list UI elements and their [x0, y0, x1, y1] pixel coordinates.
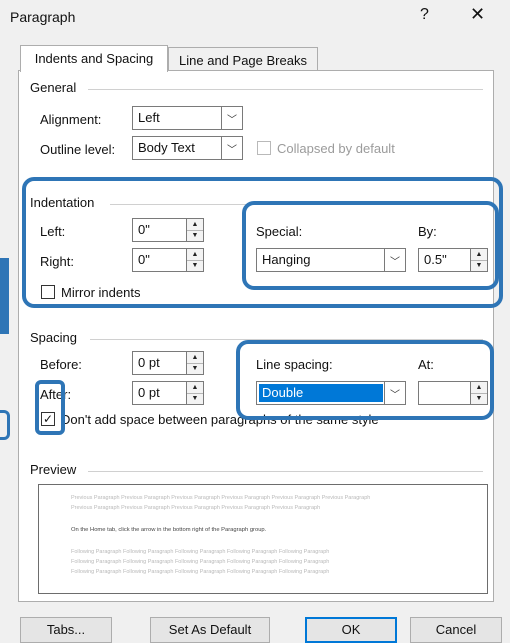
- general-heading: General: [30, 80, 77, 95]
- indent-right-value: 0": [138, 252, 150, 267]
- after-label: After:: [40, 387, 72, 402]
- chevron-down-icon[interactable]: ﹀: [221, 137, 242, 159]
- dialog-title: Paragraph: [10, 9, 76, 25]
- ok-button[interactable]: OK: [305, 617, 397, 643]
- alignment-value: Left: [138, 110, 160, 125]
- indent-left-value: 0": [138, 222, 150, 237]
- preview-previous-line: Previous Paragraph Previous Paragraph Pr…: [71, 495, 371, 501]
- preview-previous-line: Previous Paragraph Previous Paragraph Pr…: [71, 505, 321, 511]
- before-spinner[interactable]: 0 pt ▲ ▼: [132, 351, 204, 375]
- tab-label: Indents and Spacing: [34, 51, 154, 66]
- special-label: Special:: [256, 224, 303, 239]
- line-spacing-dropdown[interactable]: Double ﹀: [256, 381, 406, 405]
- tab-label: Line and Page Breaks: [179, 53, 307, 68]
- spacing-heading: Spacing: [30, 330, 77, 345]
- tab-indents-and-spacing[interactable]: Indents and Spacing: [20, 45, 168, 72]
- dont-add-space-checkbox[interactable]: ✓: [41, 412, 55, 426]
- preview-divider: [88, 471, 483, 472]
- by-label: By:: [418, 224, 437, 239]
- title-bar: Paragraph ? ✕: [0, 0, 510, 38]
- spinner-buttons[interactable]: ▲ ▼: [186, 219, 203, 241]
- side-annotation-fragment: [0, 410, 10, 440]
- mirror-indents-label: Mirror indents: [61, 285, 141, 300]
- tab-line-and-page-breaks[interactable]: Line and Page Breaks: [168, 47, 318, 72]
- indent-right-spinner[interactable]: 0" ▲ ▼: [132, 248, 204, 272]
- at-spinner[interactable]: ▲ ▼: [418, 381, 488, 405]
- at-label: At:: [418, 357, 434, 372]
- general-divider: [88, 89, 483, 90]
- before-value: 0 pt: [138, 355, 160, 370]
- preview-heading: Preview: [30, 462, 77, 477]
- chevron-down-icon[interactable]: ﹀: [384, 249, 405, 271]
- outline-level-dropdown[interactable]: Body Text ﹀: [132, 136, 243, 160]
- help-button[interactable]: ?: [420, 6, 429, 24]
- line-spacing-value: Double: [262, 385, 304, 400]
- spinner-buttons[interactable]: ▲ ▼: [470, 249, 487, 271]
- cancel-button[interactable]: Cancel: [410, 617, 502, 643]
- line-spacing-label: Line spacing:: [256, 357, 333, 372]
- preview-box: Previous Paragraph Previous Paragraph Pr…: [38, 484, 488, 594]
- by-value: 0.5": [424, 252, 447, 267]
- indent-left-spinner[interactable]: 0" ▲ ▼: [132, 218, 204, 242]
- spinner-buttons[interactable]: ▲ ▼: [186, 352, 203, 374]
- spacing-divider: [90, 339, 483, 340]
- preview-current-line: On the Home tab, click the arrow in the …: [71, 527, 267, 533]
- mirror-indents-checkbox[interactable]: [41, 285, 55, 299]
- after-value: 0 pt: [138, 385, 160, 400]
- outline-level-value: Body Text: [138, 140, 195, 155]
- indentation-divider: [110, 204, 483, 205]
- after-spinner[interactable]: 0 pt ▲ ▼: [132, 381, 204, 405]
- spinner-buttons[interactable]: ▲ ▼: [186, 382, 203, 404]
- dont-add-space-label: Don't add space between paragraphs of th…: [61, 412, 379, 427]
- close-button[interactable]: ✕: [470, 4, 485, 25]
- preview-following-line: Following Paragraph Following Paragraph …: [71, 549, 330, 555]
- spinner-buttons[interactable]: ▲ ▼: [470, 382, 487, 404]
- alignment-label: Alignment:: [40, 112, 102, 127]
- by-spinner[interactable]: 0.5" ▲ ▼: [418, 248, 488, 272]
- indent-left-label: Left:: [40, 224, 66, 239]
- collapsed-label: Collapsed by default: [277, 141, 395, 156]
- outline-level-label: Outline level:: [40, 142, 116, 157]
- indent-right-label: Right:: [40, 254, 74, 269]
- alignment-dropdown[interactable]: Left ﹀: [132, 106, 243, 130]
- side-annotation-fragment: [0, 258, 9, 334]
- collapsed-checkbox[interactable]: [257, 141, 271, 155]
- set-as-default-button[interactable]: Set As Default: [150, 617, 270, 643]
- preview-following-line: Following Paragraph Following Paragraph …: [71, 559, 330, 565]
- special-value: Hanging: [262, 252, 311, 267]
- special-dropdown[interactable]: Hanging ﹀: [256, 248, 406, 272]
- spinner-buttons[interactable]: ▲ ▼: [186, 249, 203, 271]
- tabs-button[interactable]: Tabs...: [20, 617, 112, 643]
- preview-following-line: Following Paragraph Following Paragraph …: [71, 569, 330, 575]
- before-label: Before:: [40, 357, 82, 372]
- chevron-down-icon[interactable]: ﹀: [384, 382, 405, 404]
- indentation-heading: Indentation: [30, 195, 95, 210]
- chevron-down-icon[interactable]: ﹀: [221, 107, 242, 129]
